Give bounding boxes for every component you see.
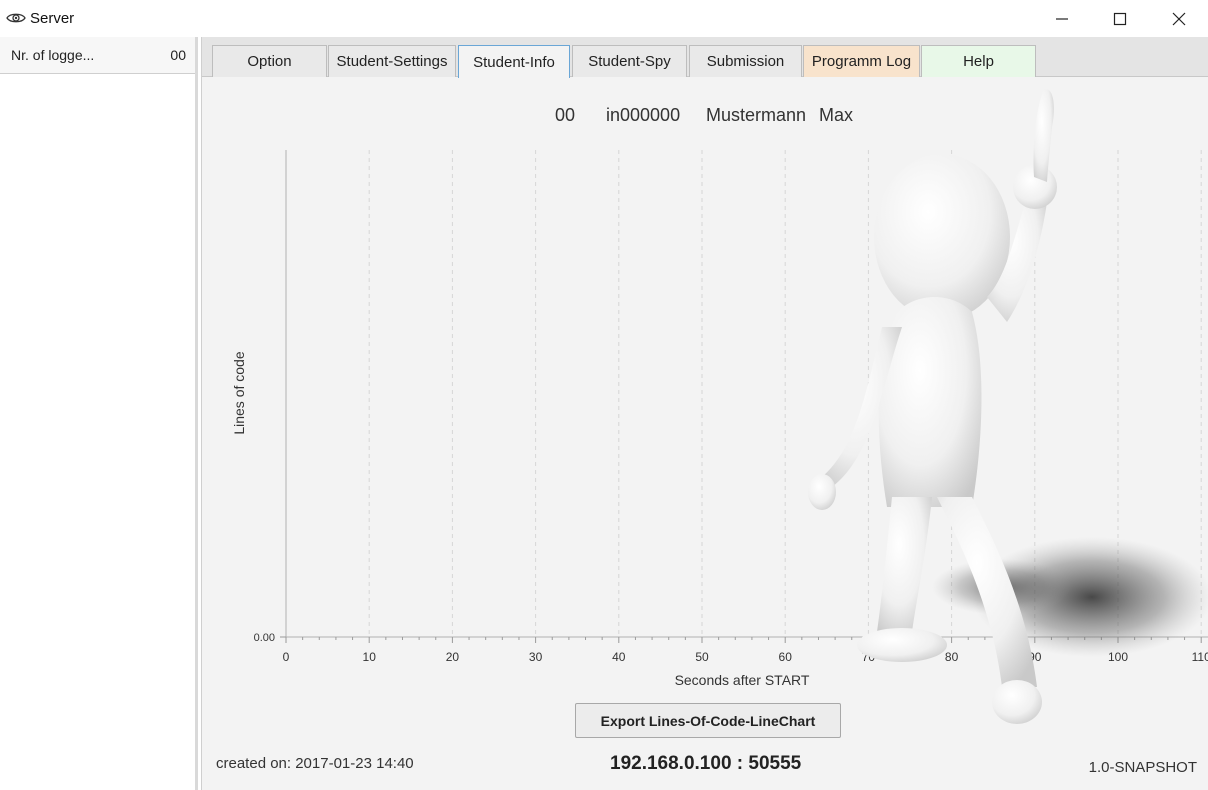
pointing-figure-illustration	[808, 88, 1208, 724]
eye-icon	[6, 10, 26, 26]
student-id: in000000	[606, 105, 681, 125]
tab-student-info[interactable]: Student-Info	[458, 45, 570, 78]
tab-label: Option	[247, 53, 292, 70]
tab-programm-log[interactable]: Programm Log	[803, 45, 920, 77]
created-on-label: created on: 2017-01-23 14:40	[216, 755, 414, 772]
sidebar: Nr. of logge... 00	[0, 37, 198, 790]
server-address: 192.168.0.100 : 50555	[610, 753, 802, 774]
tab-submission[interactable]: Submission	[689, 45, 802, 77]
close-button[interactable]	[1150, 0, 1208, 37]
x-tick-label: 10	[363, 650, 377, 664]
tab-bar: Option Student-Settings Student-Info Stu…	[202, 37, 1208, 78]
minimize-button[interactable]	[1033, 0, 1091, 37]
logged-in-label: Nr. of logge...	[11, 47, 95, 63]
tab-label: Programm Log	[811, 53, 912, 70]
version-label: 1.0-SNAPSHOT	[1088, 759, 1197, 776]
main-panel: Option Student-Settings Student-Info Stu…	[201, 37, 1208, 790]
x-tick-label: 60	[779, 650, 793, 664]
maximize-button[interactable]	[1091, 0, 1149, 37]
tab-label: Student-Spy	[588, 53, 671, 70]
x-axis-title: Seconds after START	[675, 672, 810, 688]
tab-student-settings[interactable]: Student-Settings	[328, 45, 456, 77]
y-axis-title: Lines of code	[231, 351, 247, 434]
tab-label: Help	[963, 53, 994, 70]
x-tick-label: 0	[283, 650, 290, 664]
tab-option[interactable]: Option	[212, 45, 327, 77]
student-number: 00	[555, 105, 576, 125]
x-tick-label: 50	[695, 650, 709, 664]
export-linechart-button[interactable]: Export Lines-Of-Code-LineChart	[575, 703, 841, 738]
tab-label: Student-Info	[473, 53, 555, 71]
x-tick-label: 20	[446, 650, 460, 664]
tab-student-spy[interactable]: Student-Spy	[572, 45, 687, 77]
student-lastname: Mustermann	[706, 105, 807, 125]
tab-label: Submission	[706, 53, 785, 70]
x-tick-label: 40	[612, 650, 626, 664]
logged-in-table-header[interactable]: Nr. of logge... 00	[0, 37, 195, 74]
x-tick-label: 30	[529, 650, 543, 664]
tab-label: Student-Settings	[336, 53, 448, 70]
y-tick-label: 0.00	[254, 632, 275, 644]
tab-help[interactable]: Help	[921, 45, 1036, 77]
window-title: Server	[30, 10, 75, 27]
logged-in-count: 00	[170, 47, 186, 63]
title-bar: Server	[0, 0, 1208, 37]
